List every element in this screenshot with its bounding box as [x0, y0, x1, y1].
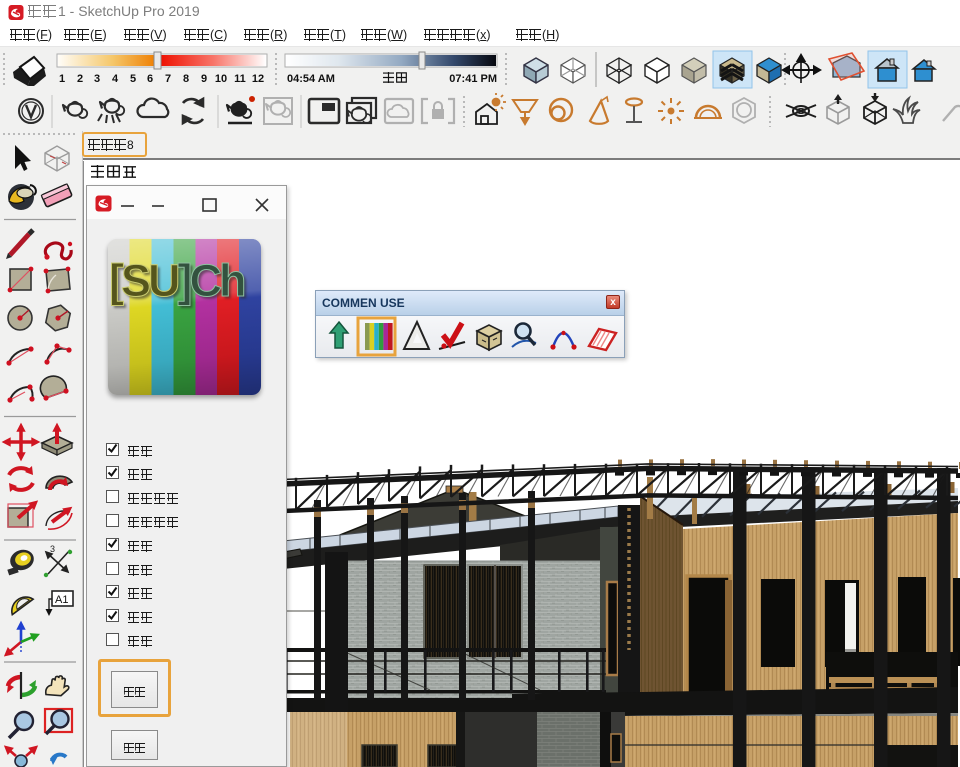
svg-text:3: 3 — [94, 73, 100, 85]
svg-text:A1: A1 — [55, 594, 68, 606]
svg-text:8: 8 — [183, 73, 189, 85]
svg-text:04:54 AM: 04:54 AM — [287, 73, 335, 85]
svg-text:4: 4 — [112, 73, 119, 85]
svg-text:7: 7 — [165, 73, 171, 85]
svg-text:3: 3 — [50, 544, 55, 554]
svg-text:12: 12 — [252, 73, 264, 85]
svg-text:10: 10 — [215, 73, 227, 85]
svg-text:07:41 PM: 07:41 PM — [449, 73, 497, 85]
svg-text:6: 6 — [147, 73, 153, 85]
svg-text:11: 11 — [234, 73, 246, 85]
svg-text:1: 1 — [59, 73, 65, 85]
svg-text:5: 5 — [130, 73, 136, 85]
svg-text:2: 2 — [77, 73, 83, 85]
svg-text:9: 9 — [201, 73, 207, 85]
